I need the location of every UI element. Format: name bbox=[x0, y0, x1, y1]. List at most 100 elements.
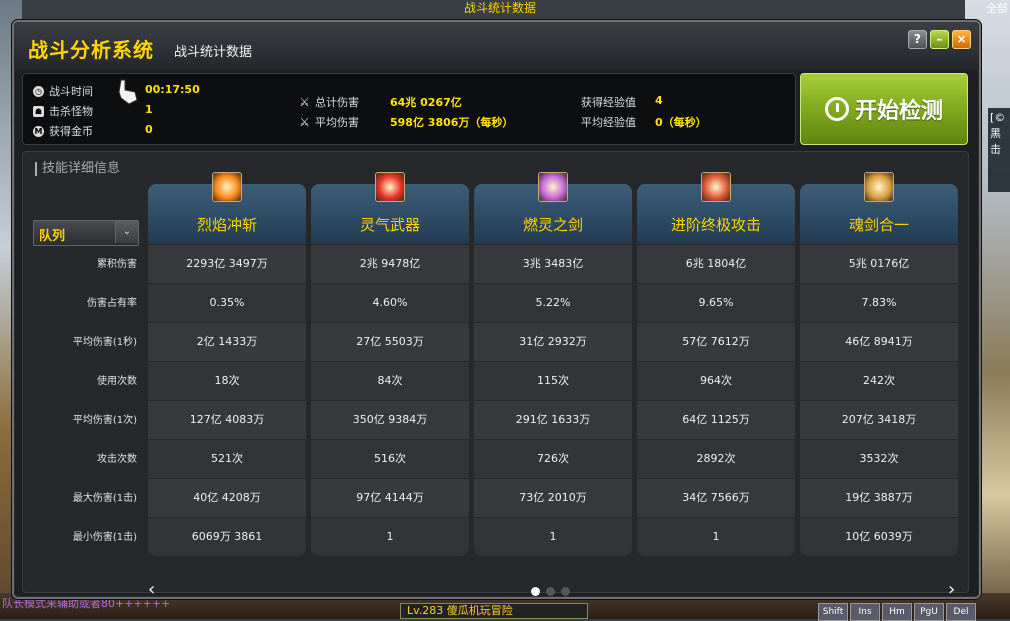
table-cell: 18次 bbox=[148, 362, 306, 400]
avg-damage-stat: ⚔ 平均伤害 bbox=[299, 114, 359, 130]
table-cell: 726次 bbox=[474, 440, 632, 478]
row-label: 使用次数 bbox=[97, 376, 137, 387]
page-dot[interactable] bbox=[531, 587, 540, 596]
chevron-down-icon: ⌄ bbox=[115, 221, 138, 243]
minimize-button[interactable]: – bbox=[930, 30, 949, 49]
soul-burn-sword-icon bbox=[538, 172, 568, 202]
battle-time-label: 战斗时间 bbox=[49, 85, 93, 98]
skill-name: 魂剑合一 bbox=[848, 216, 909, 234]
skill-column: 烈焰冲斩 2293亿 3497万 0.35% 2亿 1433万 18次 127亿 4083… bbox=[148, 172, 306, 556]
skill-values: 5兆 0176亿 7.83% 46亿 8941万 242次 207亿 3418万 3532… bbox=[800, 245, 958, 556]
avg-damage-value: 598亿 3806万（每秒） bbox=[390, 116, 514, 129]
table-cell: 521次 bbox=[148, 440, 306, 478]
exp-label: 获得经验值 bbox=[581, 96, 636, 109]
table-cell: 9.65% bbox=[637, 284, 795, 322]
hotkey-slot[interactable]: Ins bbox=[850, 603, 880, 621]
hotkey-bar: Shift Ins Hm PgU Del bbox=[818, 603, 976, 621]
table-cell: 964次 bbox=[637, 362, 795, 400]
skill-column: 魂剑合一 5兆 0176亿 7.83% 46亿 8941万 242次 207亿 3418万… bbox=[800, 172, 958, 556]
window-controls: ? – × bbox=[908, 30, 971, 49]
start-detection-button[interactable]: 开始检测 bbox=[800, 73, 968, 145]
table-cell: 4.60% bbox=[311, 284, 469, 322]
table-cell: 7.83% bbox=[800, 284, 958, 322]
sword-icon: ⚔ bbox=[299, 114, 310, 129]
top-window-title: 战斗统计数据 bbox=[463, 1, 536, 15]
battle-time-stat: ◷ 战斗时间 bbox=[33, 83, 93, 99]
sort-dropdown[interactable]: 队列 ⌄ bbox=[33, 220, 139, 246]
table-cell: 73亿 2010万 bbox=[474, 479, 632, 517]
monster-icon: ☗ bbox=[33, 105, 44, 117]
row-label: 最大伤害(1击) bbox=[72, 493, 137, 504]
kills-stat: ☗ 击杀怪物 bbox=[33, 103, 93, 119]
battle-analysis-window: 战斗分析系统 战斗统计数据 ? – × ◷ 战斗时间 00:17:50 ☗ 击杀… bbox=[12, 20, 981, 600]
clock-icon: ◷ bbox=[33, 85, 44, 97]
sword-icon: ⚔ bbox=[299, 94, 310, 109]
table-cell: 291亿 1633万 bbox=[474, 401, 632, 439]
row-label: 最小伤害(1击) bbox=[72, 532, 137, 543]
row-label-column: 累积伤害 伤害占有率 平均伤害(1秒) 使用次数 平均伤害(1次) 攻击次数 最… bbox=[23, 245, 145, 557]
table-cell: 34亿 7566万 bbox=[637, 479, 795, 517]
skill-header[interactable]: 魂剑合一 bbox=[800, 172, 958, 244]
battle-time-value: 00:17:50 bbox=[145, 83, 200, 96]
table-cell: 1 bbox=[474, 518, 632, 556]
hotkey-slot[interactable]: Shift bbox=[818, 603, 848, 621]
page-dot[interactable] bbox=[546, 587, 555, 596]
table-cell: 1 bbox=[637, 518, 795, 556]
skill-column: 燃灵之剑 3兆 3483亿 5.22% 31亿 2932万 115次 291亿 1633万… bbox=[474, 172, 632, 556]
row-label: 伤害占有率 bbox=[87, 298, 137, 309]
window-subtitle: 战斗统计数据 bbox=[174, 45, 253, 60]
next-page-arrow[interactable]: › bbox=[948, 579, 955, 600]
window-title: 战斗分析系统 bbox=[28, 38, 154, 62]
table-cell: 242次 bbox=[800, 362, 958, 400]
table-cell: 3532次 bbox=[800, 440, 958, 478]
advanced-final-attack-icon bbox=[701, 172, 731, 202]
aura-weapon-icon bbox=[375, 172, 405, 202]
table-cell: 2亿 1433万 bbox=[148, 323, 306, 361]
skill-name: 烈焰冲斩 bbox=[196, 216, 257, 234]
skill-header[interactable]: 进阶终极攻击 bbox=[637, 172, 795, 244]
gauge-icon bbox=[824, 97, 849, 121]
row-label: 平均伤害(1秒) bbox=[72, 337, 137, 348]
page-dot[interactable] bbox=[561, 587, 570, 596]
start-detection-label: 开始检测 bbox=[854, 99, 943, 124]
skill-header[interactable]: 烈焰冲斩 bbox=[148, 172, 306, 244]
skill-detail-panel: 技能详细信息 队列 ⌄ 累积伤害 伤害占有率 平均伤害(1秒) 使用次数 平均伤… bbox=[22, 151, 969, 593]
hotkey-slot[interactable]: Hm bbox=[882, 603, 912, 621]
skill-values: 2兆 9478亿 4.60% 27亿 5503万 84次 350亿 9384万 516次 9… bbox=[311, 245, 469, 556]
total-damage-value: 64兆 0267亿 bbox=[390, 96, 462, 109]
total-damage-stat: ⚔ 总计伤害 bbox=[299, 94, 359, 110]
table-cell: 31亿 2932万 bbox=[474, 323, 632, 361]
skill-name: 进阶终极攻击 bbox=[670, 216, 761, 234]
kills-value: 1 bbox=[145, 103, 153, 116]
help-button[interactable]: ? bbox=[908, 30, 927, 49]
level-bar: Lv.283 傻瓜机玩冒险 bbox=[400, 603, 588, 619]
close-button[interactable]: × bbox=[952, 30, 971, 49]
skill-header[interactable]: 燃灵之剑 bbox=[474, 172, 632, 244]
table-cell: 207亿 3418万 bbox=[800, 401, 958, 439]
total-damage-label: 总计伤害 bbox=[315, 96, 359, 109]
prev-page-arrow[interactable]: ‹ bbox=[148, 579, 155, 600]
skill-header[interactable]: 灵气武器 bbox=[311, 172, 469, 244]
skill-column: 进阶终极攻击 6兆 1804亿 9.65% 57亿 7612万 964次 64亿 1125… bbox=[637, 172, 795, 556]
hotkey-slot[interactable]: Del bbox=[946, 603, 976, 621]
table-cell: 2293亿 3497万 bbox=[148, 245, 306, 283]
top-right-label[interactable]: 全部 bbox=[986, 0, 1008, 16]
exp-value: 4 bbox=[655, 94, 663, 107]
hotkey-slot[interactable]: PgU bbox=[914, 603, 944, 621]
soul-sword-union-icon bbox=[864, 172, 894, 202]
skill-values: 3兆 3483亿 5.22% 31亿 2932万 115次 291亿 1633万 726次… bbox=[474, 245, 632, 556]
table-cell: 6069万 3861 bbox=[148, 518, 306, 556]
skill-name: 灵气武器 bbox=[359, 216, 420, 234]
skill-values: 2293亿 3497万 0.35% 2亿 1433万 18次 127亿 4083万 521… bbox=[148, 245, 306, 556]
table-cell: 10亿 6039万 bbox=[800, 518, 958, 556]
table-cell: 97亿 4144万 bbox=[311, 479, 469, 517]
window-header[interactable]: 战斗分析系统 战斗统计数据 ? – × bbox=[14, 22, 979, 70]
table-cell: 5兆 0176亿 bbox=[800, 245, 958, 283]
kills-label: 击杀怪物 bbox=[49, 105, 93, 118]
table-cell: 127亿 4083万 bbox=[148, 401, 306, 439]
table-cell: 350亿 9384万 bbox=[311, 401, 469, 439]
avg-damage-label: 平均伤害 bbox=[315, 116, 359, 129]
gold-value: 0 bbox=[145, 123, 153, 136]
table-cell: 5.22% bbox=[474, 284, 632, 322]
table-cell: 1 bbox=[311, 518, 469, 556]
